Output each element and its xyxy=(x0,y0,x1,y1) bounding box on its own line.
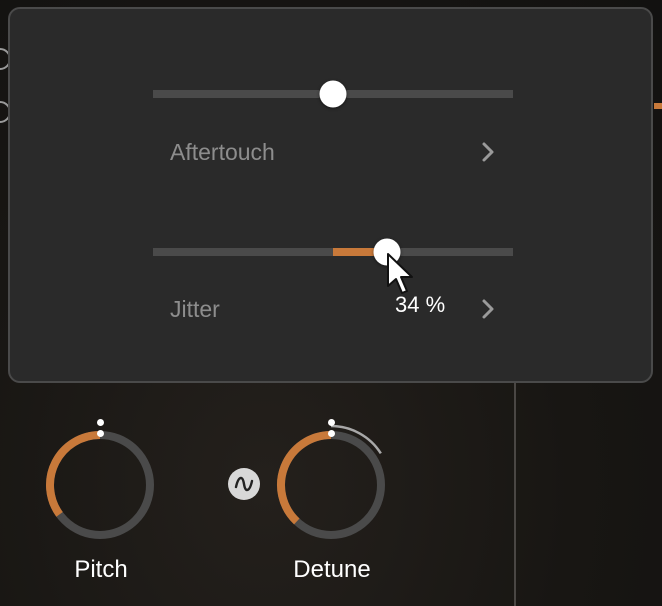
section-divider xyxy=(514,380,516,606)
aftertouch-slider-thumb[interactable] xyxy=(319,80,347,108)
jitter-slider[interactable] xyxy=(153,238,513,266)
modulation-popup: Aftertouch Jitter 34 % xyxy=(8,7,653,383)
pitch-label: Pitch xyxy=(74,556,128,583)
detune-label: Detune xyxy=(293,556,371,583)
chevron-right-icon[interactable] xyxy=(478,297,498,321)
aftertouch-label: Aftertouch xyxy=(170,139,275,165)
pitch-value-arc xyxy=(46,431,101,517)
waveform-button[interactable] xyxy=(228,468,260,500)
pitch-knob[interactable] xyxy=(40,425,160,545)
detune-value-arc xyxy=(277,431,332,525)
partial-accent-indicator xyxy=(654,103,662,109)
mouse-pointer-icon xyxy=(387,253,413,294)
detune-center-dot xyxy=(328,419,335,426)
detune-knob[interactable] xyxy=(271,425,401,545)
aftertouch-slider[interactable] xyxy=(153,80,513,108)
pitch-center-dot xyxy=(97,419,104,426)
jitter-label: Jitter xyxy=(170,296,220,322)
waveform-icon xyxy=(234,476,254,492)
chevron-right-icon[interactable] xyxy=(478,140,498,164)
pitch-center-dot xyxy=(97,430,104,437)
detune-center-dot xyxy=(328,430,335,437)
